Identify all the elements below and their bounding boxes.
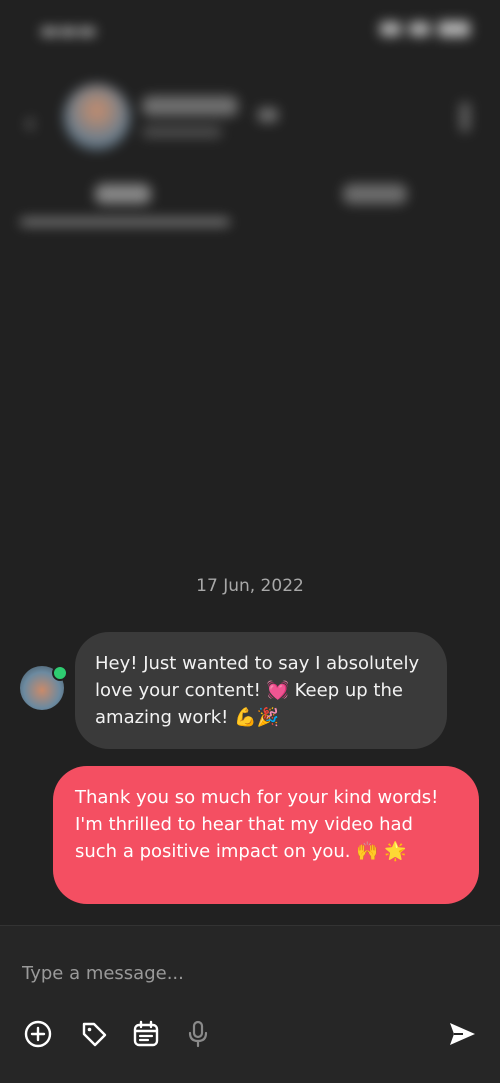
active-tab-indicator [20,218,230,226]
outgoing-message-bubble[interactable]: Thank you so much for your kind words! I… [53,766,479,904]
composer-toolbar [22,1018,478,1054]
date-divider: 17 Jun, 2022 [196,576,304,596]
status-icons [380,20,470,38]
chat-tabs [0,178,500,238]
tab-chat[interactable] [95,184,151,204]
signal-icon [380,22,401,36]
online-status-dot [52,665,68,681]
back-arrow-icon[interactable]: ‹ [24,106,44,141]
message-composer [0,925,500,1083]
chat-screen: ▬▬▬ ‹ 17 Jun, 2022 Hey! Just wanted to s… [0,0,500,1083]
blurred-header-region: ▬▬▬ ‹ [0,0,500,560]
calendar-icon[interactable] [130,1018,162,1050]
chat-header: ‹ [0,80,500,170]
status-bar: ▬▬▬ [0,0,500,60]
contact-avatar[interactable] [64,84,130,150]
message-input[interactable] [20,952,484,994]
chevron-down-icon[interactable] [258,108,278,122]
send-icon[interactable] [446,1018,478,1050]
tab-media[interactable] [343,184,407,204]
contact-name [142,96,238,116]
tag-icon[interactable] [78,1018,110,1050]
plus-circle-icon[interactable] [22,1018,54,1050]
wifi-icon [408,22,430,36]
battery-icon [437,21,470,37]
microphone-icon[interactable] [182,1018,214,1050]
status-time: ▬▬▬ [40,18,97,42]
contact-status [142,126,222,138]
incoming-message-bubble[interactable]: Hey! Just wanted to say I absolutely lov… [75,632,447,749]
more-vertical-icon[interactable] [460,102,470,132]
